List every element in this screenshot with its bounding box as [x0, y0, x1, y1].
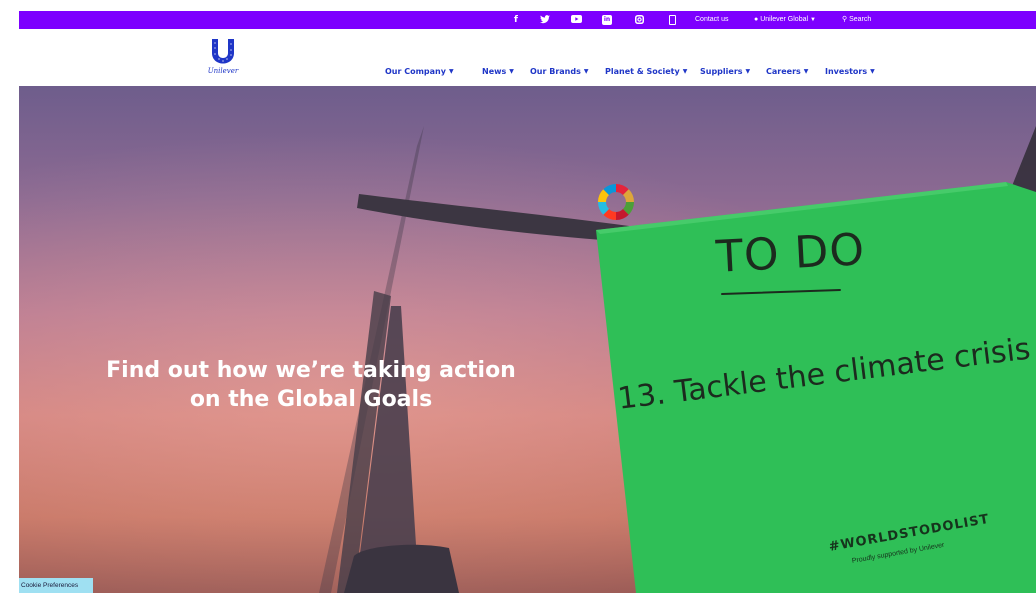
nav-label: Planet & Society	[605, 67, 680, 76]
nav-label: News	[482, 67, 507, 76]
left-gutter	[0, 0, 19, 593]
nav-label: Our Company	[385, 67, 446, 76]
region-label: Unilever Global	[760, 16, 809, 23]
mobile-icon[interactable]	[669, 15, 676, 25]
chevron-down-icon: ▼	[583, 68, 589, 75]
todo-sticky-note: TO DO 13. Tackle the climate crisis #WOR…	[596, 182, 1036, 593]
twitter-icon[interactable]	[540, 15, 550, 25]
contact-us-link[interactable]: Contact us	[695, 11, 728, 29]
chevron-down-icon: ▼	[509, 68, 514, 75]
instagram-icon[interactable]	[635, 15, 644, 25]
nav-label: Careers	[766, 67, 801, 76]
sdg-wheel-icon	[598, 184, 634, 220]
unilever-u-icon	[212, 39, 234, 64]
location-pin-icon: ●	[754, 16, 759, 23]
chevron-down-icon: ▼	[682, 68, 688, 75]
chevron-down-icon: ▼	[810, 17, 816, 23]
nav-our-brands[interactable]: Our Brands ▼	[530, 65, 588, 79]
hero-heading-line-2: on the Global Goals	[189, 387, 433, 412]
hero-heading-line-1: Find out how we’re taking action	[106, 358, 516, 383]
utility-bar: f in Contact us ● Unilever Global ▼ ⚲ Se…	[19, 11, 1036, 29]
search-label: Search	[849, 16, 872, 23]
chevron-down-icon: ▼	[803, 68, 809, 75]
hero-heading: Find out how we’re taking action on the …	[41, 356, 581, 414]
nav-label: Investors	[825, 67, 868, 76]
nav-label: Our Brands	[530, 67, 581, 76]
nav-suppliers[interactable]: Suppliers ▼	[700, 65, 750, 79]
chevron-down-icon: ▼	[448, 68, 454, 75]
nav-news[interactable]: News ▼	[482, 65, 514, 79]
chevron-down-icon: ▼	[870, 68, 875, 75]
note-title: TO DO	[714, 224, 867, 283]
cookie-preferences-button[interactable]: Cookie Preferences	[19, 578, 93, 593]
chevron-down-icon: ▼	[745, 68, 751, 75]
region-selector[interactable]: ● Unilever Global ▼	[754, 11, 816, 29]
linkedin-icon[interactable]: in	[602, 15, 612, 25]
nav-planet-society[interactable]: Planet & Society ▼	[605, 65, 687, 79]
search-icon: ⚲	[842, 16, 848, 23]
site-header: Unilever Our Company ▼ News ▼ Our Brands ▼ …	[19, 29, 1036, 87]
unilever-logo[interactable]: Unilever	[201, 37, 245, 77]
search-link[interactable]: ⚲ Search	[842, 11, 871, 29]
logo-wordmark: Unilever	[207, 67, 239, 75]
nav-label: Suppliers	[700, 67, 743, 76]
nav-careers[interactable]: Careers ▼	[766, 65, 808, 79]
nav-investors[interactable]: Investors ▼	[825, 65, 875, 79]
youtube-icon[interactable]	[571, 15, 582, 25]
nav-our-company[interactable]: Our Company ▼	[385, 65, 454, 79]
facebook-icon[interactable]: f	[512, 15, 520, 25]
